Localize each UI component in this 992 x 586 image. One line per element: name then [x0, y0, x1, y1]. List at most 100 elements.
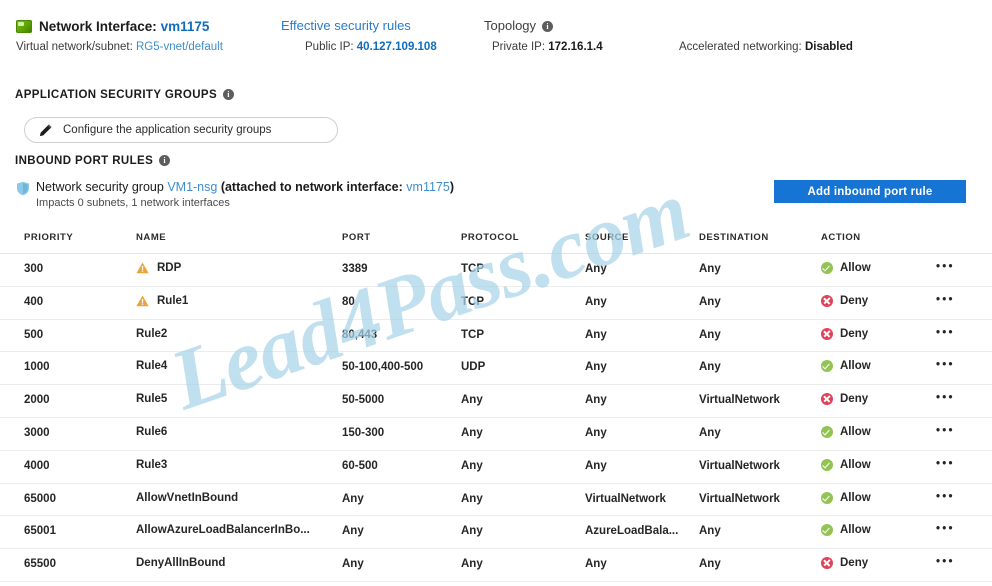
column-header-destination[interactable]: DESTINATION — [699, 232, 769, 243]
cell-port: 3389 — [342, 263, 368, 275]
allow-icon — [821, 360, 833, 373]
cell-name[interactable]: Rule1 — [136, 295, 188, 307]
column-header-action[interactable]: ACTION — [821, 232, 861, 243]
cell-name[interactable]: AllowVnetInBound — [136, 492, 238, 504]
inbound-port-rules-heading: INBOUND PORT RULES i — [15, 155, 171, 167]
effective-security-rules-link[interactable]: Effective security rules — [281, 18, 411, 33]
topology-label: Topology — [484, 18, 537, 33]
nsg-attached-nic-link[interactable]: vm1175 — [406, 180, 450, 194]
detail-virtual-network-value[interactable]: RG5-vnet/default — [136, 41, 223, 53]
cell-source: Any — [585, 459, 607, 472]
cell-name-text: AllowAzureLoadBalancerInBo... — [136, 524, 310, 537]
cell-protocol: TCP — [461, 328, 484, 341]
topology-link[interactable]: Topology i — [484, 18, 554, 33]
cell-port: 60-500 — [342, 459, 378, 472]
row-context-menu-button[interactable]: ••• — [936, 392, 955, 404]
cell-protocol: UDP — [461, 361, 486, 374]
configure-application-security-groups-label: Configure the application security group… — [63, 124, 272, 136]
row-context-menu-button[interactable]: ••• — [936, 458, 955, 470]
table-row[interactable]: 2000 Rule5 50-5000 Any Any VirtualNetwork Deny… — [0, 385, 992, 418]
column-header-name[interactable]: NAME — [136, 232, 166, 243]
row-context-menu-button[interactable]: ••• — [936, 556, 955, 568]
row-context-menu-button[interactable]: ••• — [936, 359, 955, 371]
detail-virtual-network: Virtual network/subnet: RG5-vnet/default — [16, 41, 223, 53]
table-row[interactable]: 65001 AllowAzureLoadBalancerInBo... Any Any… — [0, 516, 992, 550]
cell-name-text: RDP — [157, 262, 182, 274]
cell-action: Allow — [821, 425, 871, 438]
allow-icon — [821, 491, 833, 504]
detail-virtual-network-label: Virtual network/subnet: — [16, 41, 133, 53]
cell-port: 80 — [342, 295, 355, 308]
cell-name-text: Rule2 — [136, 327, 168, 340]
cell-port: 80,443 — [342, 328, 378, 341]
network-interface-icon — [16, 19, 32, 33]
row-context-menu-button[interactable]: ••• — [936, 261, 955, 273]
cell-source: Any — [585, 558, 607, 571]
cell-name[interactable]: Rule6 — [136, 426, 167, 438]
table-row[interactable]: 65000 AllowVnetInBound Any Any VirtualNetwor… — [0, 484, 992, 517]
info-icon-topology[interactable]: i — [542, 21, 554, 32]
cell-action-text: Deny — [840, 327, 869, 340]
cell-name[interactable]: DenyAllInBound — [136, 557, 225, 569]
deny-icon — [821, 294, 833, 307]
cell-destination: Any — [699, 263, 721, 275]
table-row[interactable]: 1000 Rule4 50-100,400-500 UDP Any Any Allow ••• — [0, 352, 992, 386]
cell-name[interactable]: RDP — [136, 262, 181, 274]
page-title-label: Network Interface: — [39, 18, 157, 34]
table-row[interactable]: 500 Rule2 80,443 TCP Any Any Deny ••• — [0, 320, 992, 353]
cell-action-text: Allow — [840, 262, 871, 274]
row-context-menu-button[interactable]: ••• — [936, 425, 955, 437]
cell-protocol: TCP — [461, 263, 484, 275]
detail-accelerated-networking-value: Disabled — [804, 41, 853, 53]
cell-port: 150-300 — [342, 426, 385, 439]
table-row[interactable]: 65500 DenyAllInBound Any Any Any Any Deny ••• — [0, 549, 992, 582]
cell-name[interactable]: Rule2 — [136, 328, 167, 340]
cell-action: Deny — [821, 557, 868, 570]
application-security-groups-heading-text: APPLICATION SECURITY GROUPS — [15, 89, 218, 101]
shield-icon — [16, 181, 30, 196]
cell-source: VirtualNetwork — [585, 492, 666, 505]
add-inbound-port-rule-button[interactable]: Add inbound port rule — [774, 180, 966, 203]
cell-priority: 500 — [24, 328, 44, 341]
cell-name-text: AllowVnetInBound — [136, 491, 239, 504]
info-icon-asg[interactable]: i — [223, 89, 235, 100]
cell-name[interactable]: Rule5 — [136, 393, 167, 405]
cell-priority: 1000 — [24, 361, 50, 374]
inbound-port-rules-table: PRIORITY NAME PORT PROTOCOL SOURCE DESTI… — [0, 228, 992, 582]
configure-application-security-groups-button[interactable]: Configure the application security group… — [24, 117, 338, 143]
cell-name[interactable]: AllowAzureLoadBalancerInBo... — [136, 524, 310, 536]
column-header-protocol[interactable]: PROTOCOL — [461, 232, 519, 243]
detail-accelerated-networking: Accelerated networking: Disabled — [679, 41, 853, 53]
cell-name[interactable]: Rule4 — [136, 360, 167, 372]
cell-source: AzureLoadBala... — [585, 525, 679, 538]
row-context-menu-button[interactable]: ••• — [936, 294, 955, 306]
cell-name-text: DenyAllInBound — [136, 557, 226, 570]
nsg-prefix: Network security group — [36, 180, 168, 194]
table-row[interactable]: 300 RDP 3389 TCP Any Any Allow ••• — [0, 254, 992, 287]
cell-action-text: Allow — [840, 458, 871, 471]
info-icon-inbound[interactable]: i — [159, 155, 171, 166]
allow-icon — [821, 524, 833, 537]
column-header-source[interactable]: SOURCE — [585, 232, 629, 243]
table-row[interactable]: 4000 Rule3 60-500 Any Any VirtualNetwork Allow… — [0, 451, 992, 484]
cell-priority: 4000 — [24, 459, 50, 472]
network-security-group-line: Network security group VM1-nsg (attached… — [36, 180, 454, 194]
column-header-port[interactable]: PORT — [342, 232, 371, 243]
column-header-priority[interactable]: PRIORITY — [24, 232, 73, 243]
cell-port: Any — [342, 558, 364, 571]
nsg-name-link[interactable]: VM1-nsg — [167, 180, 217, 194]
cell-priority: 3000 — [24, 426, 50, 439]
cell-protocol: Any — [461, 558, 483, 571]
cell-destination: Any — [699, 295, 721, 308]
row-context-menu-button[interactable]: ••• — [936, 523, 955, 535]
detail-private-ip: Private IP: 172.16.1.4 — [492, 41, 603, 53]
cell-source: Any — [585, 328, 607, 341]
nsg-attached-suffix: ) — [449, 180, 454, 194]
table-row[interactable]: 3000 Rule6 150-300 Any Any Any Allow ••• — [0, 418, 992, 451]
cell-name[interactable]: Rule3 — [136, 459, 167, 471]
detail-public-ip-value[interactable]: 40.127.109.108 — [357, 41, 437, 53]
row-context-menu-button[interactable]: ••• — [936, 327, 955, 339]
cell-priority: 65500 — [24, 558, 56, 571]
row-context-menu-button[interactable]: ••• — [936, 491, 955, 503]
table-row[interactable]: 400 Rule1 80 TCP Any Any Deny ••• — [0, 287, 992, 320]
